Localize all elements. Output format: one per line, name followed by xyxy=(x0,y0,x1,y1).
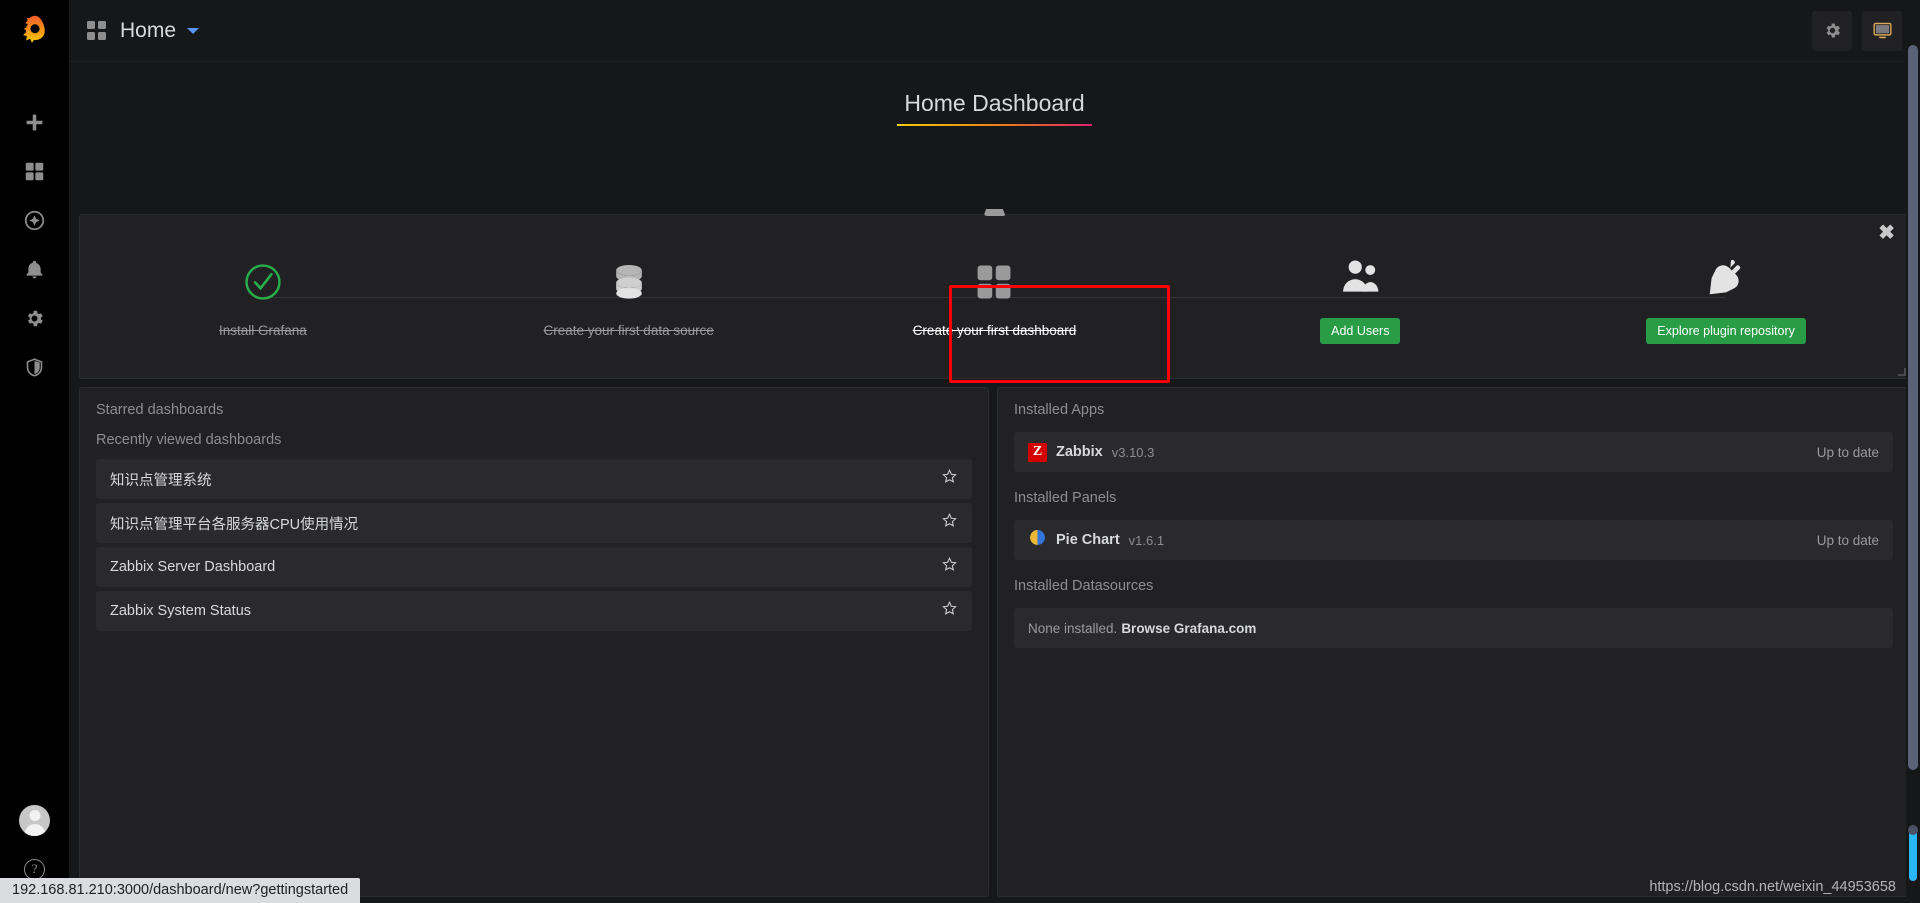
sidebar-item-configuration[interactable] xyxy=(0,294,69,343)
recently-viewed-heading: Recently viewed dashboards xyxy=(96,432,282,448)
sidebar-main-items xyxy=(0,98,69,392)
navbar-title: Home xyxy=(120,18,177,42)
add-users-button[interactable]: Add Users xyxy=(1320,317,1401,344)
sidebar-bottom-items: ? xyxy=(0,793,69,891)
datasources-empty-text: None installed. xyxy=(1028,620,1118,636)
navbar-actions xyxy=(1812,10,1920,51)
star-outline-icon[interactable] xyxy=(941,600,958,622)
list-item[interactable]: Zabbix System Status xyxy=(96,591,972,631)
explore-plugin-repository-button[interactable]: Explore plugin repository xyxy=(1646,317,1806,344)
pie-chart-icon xyxy=(1028,528,1047,552)
sidebar-item-create[interactable] xyxy=(0,98,69,147)
installed-plugins-panel: Installed Apps Z Zabbix v3.10.3 Up to da… xyxy=(997,387,1910,897)
dashboard-name: Zabbix Server Dashboard xyxy=(110,559,276,575)
shield-icon xyxy=(26,358,43,377)
gear-icon xyxy=(28,310,43,327)
check-circle-icon xyxy=(242,255,284,309)
gear-icon xyxy=(1826,23,1840,38)
starred-dashboards-panel: Starred dashboards Recently viewed dashb… xyxy=(79,387,989,897)
kiosk-mode-button[interactable] xyxy=(1862,10,1902,51)
help-icon: ? xyxy=(24,858,45,880)
top-navbar: Home xyxy=(69,0,1920,62)
grafana-logo-icon xyxy=(22,15,45,43)
star-outline-icon[interactable] xyxy=(941,512,958,534)
plug-icon xyxy=(1703,250,1749,304)
list-item[interactable]: 知识点管理平台各服务器CPU使用情况 xyxy=(96,503,972,543)
scrollbar-thumb[interactable] xyxy=(1908,45,1918,770)
avatar xyxy=(19,804,50,836)
getting-started-steps: Install Grafana Create your first data s… xyxy=(80,215,1909,378)
plugin-version: v1.6.1 xyxy=(1128,532,1165,548)
step-label: Create your first data source xyxy=(543,323,714,338)
dashboard-settings-button[interactable] xyxy=(1812,10,1852,51)
dashboard-picker[interactable]: Home xyxy=(87,18,200,43)
sidebar-item-server-admin[interactable] xyxy=(0,343,69,392)
plugin-name: Zabbix xyxy=(1056,444,1103,460)
plugin-name: Pie Chart xyxy=(1056,532,1120,548)
compass-icon xyxy=(24,210,45,231)
dashboard-name: 知识点管理平台各服务器CPU使用情况 xyxy=(110,516,359,533)
installed-panels-heading: Installed Panels xyxy=(1014,490,1117,506)
dashboard-name: 知识点管理系统 xyxy=(110,472,212,489)
starred-dashboards-heading: Starred dashboards xyxy=(96,402,224,418)
browser-status-bar: 192.168.81.210:3000/dashboard/new?gettin… xyxy=(0,878,361,903)
installed-panel-row[interactable]: Pie Chart v1.6.1 Up to date xyxy=(1014,520,1893,560)
browse-grafana-link[interactable]: Browse Grafana.com xyxy=(1121,621,1256,636)
sidebar-item-alerting[interactable] xyxy=(0,245,69,294)
getting-started-step[interactable]: Explore plugin repository xyxy=(1360,215,1909,378)
grid-icon xyxy=(973,255,1015,309)
text-cursor xyxy=(1908,825,1918,881)
dashboard-title-wrap: Home Dashboard xyxy=(69,62,1920,126)
dashboard-area: Home Dashboard ✖ Install Grafana Create … xyxy=(69,62,1920,903)
users-icon xyxy=(1338,250,1382,304)
sidebar: ? xyxy=(0,0,69,903)
plugin-status: Up to date xyxy=(1816,532,1879,548)
panel-resize-handle[interactable] xyxy=(1898,368,1906,376)
step-connector xyxy=(1360,296,1727,298)
dashboard-name: Zabbix System Status xyxy=(110,603,252,619)
bell-icon xyxy=(26,260,43,279)
zabbix-icon: Z xyxy=(1028,442,1047,462)
grid-icon xyxy=(25,162,44,181)
installed-apps-heading: Installed Apps xyxy=(1014,402,1105,418)
plugin-status: Up to date xyxy=(1816,444,1879,460)
watermark-text: https://blog.csdn.net/weixin_44953658 xyxy=(1649,879,1896,895)
star-outline-icon[interactable] xyxy=(941,556,958,578)
recent-dashboard-list: 知识点管理系统 知识点管理平台各服务器CPU使用情况 Zabbix Server… xyxy=(96,459,972,631)
datasources-empty-row: None installed. Browse Grafana.com xyxy=(1014,608,1893,648)
page-title: Home Dashboard xyxy=(897,90,1092,126)
plus-icon xyxy=(26,114,43,131)
sidebar-item-explore[interactable] xyxy=(0,196,69,245)
list-item[interactable]: Zabbix Server Dashboard xyxy=(96,547,972,587)
page-scrollbar[interactable] xyxy=(1906,0,1920,903)
sidebar-item-profile[interactable] xyxy=(0,793,69,847)
step-label: Create your first dashboard xyxy=(912,323,1077,338)
database-icon xyxy=(607,255,651,309)
grafana-brand-link[interactable] xyxy=(0,0,69,62)
installed-datasources-heading: Installed Datasources xyxy=(1014,578,1154,594)
plugin-version: v3.10.3 xyxy=(1111,444,1155,460)
getting-started-panel: ✖ Install Grafana Create your first data… xyxy=(79,209,1910,379)
star-outline-icon[interactable] xyxy=(941,468,958,490)
dashboard-grid-icon xyxy=(87,21,106,40)
list-item[interactable]: 知识点管理系统 xyxy=(96,459,972,499)
step-label: Install Grafana xyxy=(219,323,307,338)
chevron-down-icon xyxy=(187,27,200,34)
installed-app-row[interactable]: Z Zabbix v3.10.3 Up to date xyxy=(1014,432,1893,472)
sidebar-item-dashboards[interactable] xyxy=(0,147,69,196)
tv-icon xyxy=(1872,22,1892,39)
